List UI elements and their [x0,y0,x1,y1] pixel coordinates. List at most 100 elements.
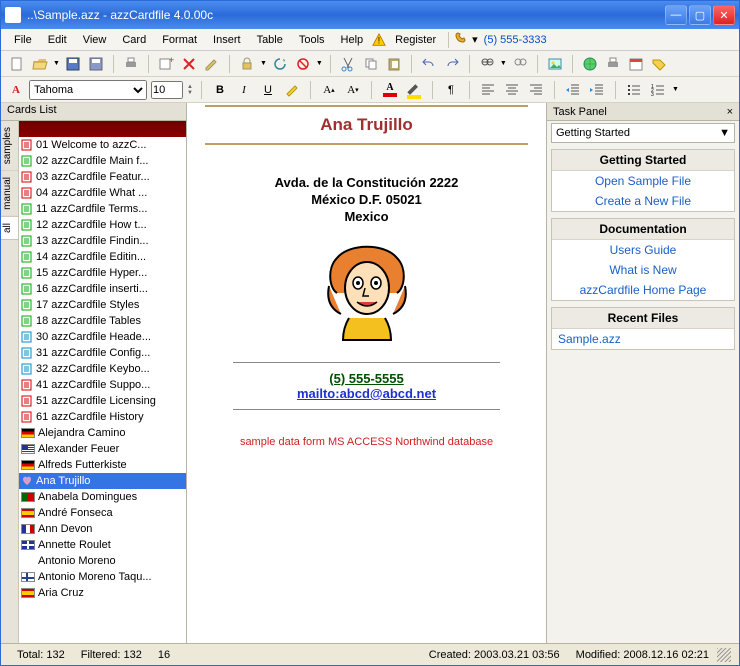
numbering-dropdown-icon[interactable]: ▼ [672,86,679,93]
align-right-button[interactable] [526,80,546,100]
close-button[interactable]: ✕ [713,5,735,25]
task-link[interactable]: Open Sample File [552,171,734,191]
list-item[interactable]: Aria Cruz [19,585,186,601]
open-dropdown-icon[interactable]: ▼ [53,60,60,67]
refresh-button[interactable] [270,54,290,74]
menu-view[interactable]: View [76,32,114,48]
list-item[interactable]: Antonio Moreno Taqu... [19,569,186,585]
list-item[interactable]: Ann Devon [19,521,186,537]
align-center-button[interactable] [502,80,522,100]
cards-list[interactable]: 01 Welcome to azzC...02 azzCardfile Main… [19,121,186,643]
cut-button[interactable] [338,54,358,74]
task-link[interactable]: Create a New File [552,191,734,211]
cancel-dropdown-icon[interactable]: ▼ [316,60,323,67]
lockcard-button[interactable] [237,54,257,74]
deletecard-button[interactable] [179,54,199,74]
dial-dropdown-icon[interactable]: ▾ [472,33,478,46]
menu-help[interactable]: Help [334,32,371,48]
list-item[interactable]: 51 azzCardfile Licensing [19,393,186,409]
tab-manual[interactable]: manual [1,171,18,217]
copy-button[interactable] [361,54,381,74]
task-link[interactable]: azzCardfile Home Page [552,280,734,300]
menu-edit[interactable]: Edit [41,32,74,48]
newcard-button[interactable]: + [156,54,176,74]
findnext-button[interactable] [510,54,530,74]
print-button[interactable] [121,54,141,74]
list-item[interactable]: André Fonseca [19,505,186,521]
menu-insert[interactable]: Insert [206,32,248,48]
insert-image-button[interactable] [545,54,565,74]
find-button[interactable] [477,54,497,74]
menu-table[interactable]: Table [250,32,290,48]
list-item[interactable]: 12 azzCardfile How t... [19,217,186,233]
maximize-button[interactable]: ▢ [689,5,711,25]
list-item[interactable]: 18 azzCardfile Tables [19,313,186,329]
editcard-button[interactable] [202,54,222,74]
list-item[interactable]: Ana Trujillo [19,473,186,489]
card-email-link[interactable]: mailto:abcd@abcd.net [297,386,436,401]
menu-file[interactable]: File [7,32,39,48]
list-item[interactable]: 17 azzCardfile Styles [19,297,186,313]
menu-card[interactable]: Card [115,32,153,48]
list-item[interactable]: Annette Roulet [19,537,186,553]
card-phone-link[interactable]: (5) 555-5555 [329,371,403,386]
list-item[interactable]: 61 azzCardfile History [19,409,186,425]
task-link[interactable]: Users Guide [552,240,734,260]
list-item[interactable]: Alexander Feuer [19,441,186,457]
list-item[interactable]: 41 azzCardfile Suppo... [19,377,186,393]
paragraph-button[interactable]: ¶ [441,80,461,100]
find-dropdown-icon[interactable]: ▼ [500,60,507,67]
font-select[interactable]: Tahoma [29,80,147,100]
list-item[interactable]: 14 azzCardfile Editin... [19,249,186,265]
italic-button[interactable]: I [234,80,254,100]
menu-tools[interactable]: Tools [292,32,332,48]
menu-register[interactable]: Register [388,32,443,48]
list-item[interactable]: Anabela Domingues [19,489,186,505]
list-item[interactable]: Alejandra Camino [19,425,186,441]
dial-number[interactable]: (5) 555-3333 [484,34,547,46]
date-button[interactable] [626,54,646,74]
undo-button[interactable] [419,54,439,74]
fontsize-input[interactable] [151,81,183,99]
list-item[interactable]: 02 azzCardfile Main f... [19,153,186,169]
fontcolor-a-icon[interactable]: A [7,81,25,99]
print2-button[interactable] [603,54,623,74]
new-button[interactable] [7,54,27,74]
list-item[interactable]: 30 azzCardfile Heade... [19,329,186,345]
list-item[interactable]: 32 azzCardfile Keybo... [19,361,186,377]
list-item[interactable]: 15 azzCardfile Hyper... [19,265,186,281]
fontsize-spinner[interactable]: ▲▼ [187,84,193,96]
list-item[interactable]: 01 Welcome to azzC... [19,137,186,153]
indent-button[interactable] [587,80,607,100]
grow-font-button[interactable]: A▴ [319,80,339,100]
list-item[interactable]: Antonio Moreno [19,553,186,569]
task-link[interactable]: Sample.azz [552,329,734,349]
list-item[interactable]: 04 azzCardfile What ... [19,185,186,201]
phone-icon[interactable] [454,30,470,49]
task-dropdown[interactable]: Getting Started ▼ [551,123,735,143]
strike-button[interactable] [282,80,302,100]
lock-dropdown-icon[interactable]: ▼ [260,60,267,67]
list-item[interactable]: 16 azzCardfile inserti... [19,281,186,297]
list-item[interactable]: Alfreds Futterkiste [19,457,186,473]
align-left-button[interactable] [478,80,498,100]
cancel-button[interactable] [293,54,313,74]
saveas-button[interactable] [86,54,106,74]
underline-button[interactable]: U [258,80,278,100]
bold-button[interactable]: B [210,80,230,100]
list-item[interactable]: 13 azzCardfile Findin... [19,233,186,249]
numbering-button[interactable]: 123 [648,80,668,100]
minimize-button[interactable]: — [665,5,687,25]
bullets-button[interactable] [624,80,644,100]
tag-button[interactable] [649,54,669,74]
paste-button[interactable] [384,54,404,74]
tab-samples[interactable]: samples [1,121,18,171]
list-item[interactable]: 31 azzCardfile Config... [19,345,186,361]
task-panel-close-icon[interactable]: × [727,106,733,118]
task-link[interactable]: What is New [552,260,734,280]
globe-button[interactable] [580,54,600,74]
resize-grip-icon[interactable] [717,648,731,662]
shrink-font-button[interactable]: A▾ [343,80,363,100]
menu-format[interactable]: Format [155,32,204,48]
outdent-button[interactable] [563,80,583,100]
